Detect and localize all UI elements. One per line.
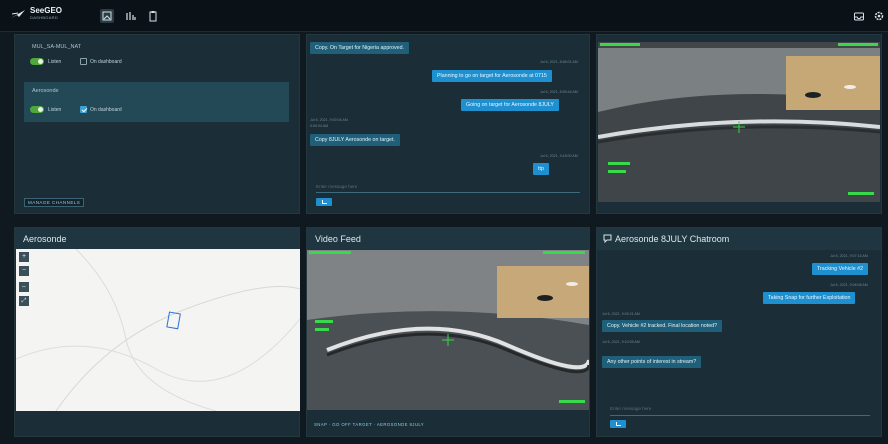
channel-item-selected[interactable]: Aerosonde Listen On dashboard [24,82,289,122]
channel-name: Aerosonde [32,88,59,94]
pan-button[interactable]: ⇔ [19,282,29,292]
message-timestamp: Jul 6, 2021, 9:18:00 AM [540,154,578,158]
message-timestamp: Jul 6, 2021, 9:00:04 AM [310,118,348,122]
chat-message: Taking Snap for further Exploitation [763,292,856,304]
top-bar: SeeGEO DASHBOARD [0,0,888,32]
video-frame-top[interactable] [598,42,880,202]
plane-icon [11,9,25,18]
map-panel-title: Aerosonde [15,228,299,250]
listen-label: Listen [48,107,62,113]
manage-channels-button[interactable]: MANAGE CHANNELS [24,198,85,207]
tab-analytics[interactable] [124,9,138,23]
message-timestamp: Jul 6, 2021, 9:09:21 AM [602,312,640,316]
chat-message: Going on target for Aerosonde 8JULY [461,99,559,111]
listen-toggle[interactable] [30,106,44,113]
message-timestamp: Jul 6, 2021, 9:07:16 AM [830,254,868,258]
brand-subtitle: DASHBOARD [30,15,59,20]
zoom-in-button[interactable]: + [19,252,29,262]
feed-actions[interactable]: SNAP · GO OFF TARGET · AEROSONDE 8JULY [314,422,424,427]
message-input[interactable]: Enter message here [316,184,580,193]
chat-message: Copy. On Target for Nigeria approved. [310,42,410,54]
chat-message: Any other points of interest in stream? [602,356,702,368]
message-sender: 9:00:04 AM [310,124,329,128]
message-timestamp: Jul 6, 2021, 8:58:01 AM [540,60,578,64]
brand-name: SeeGEO [30,6,63,15]
image-icon [102,11,112,21]
chat-message: ttp [533,163,549,175]
chatroom-input[interactable]: Enter message here [610,406,870,416]
settings-button[interactable] [872,9,886,23]
chat-icon [603,234,612,243]
channel-item[interactable]: MUL_SA-MUL_NAT Listen On dashboard [24,38,289,74]
bar-chart-icon [126,12,136,20]
video-frame[interactable] [307,250,589,410]
inbox-icon [854,12,864,21]
send-button[interactable] [316,198,332,206]
dashboard-label: On dashboard [90,107,122,113]
message-timestamp: Jul 6, 2021, 9:08:08 AM [830,283,868,287]
tab-dashboard[interactable] [100,9,114,23]
fullscreen-button[interactable]: ⤢ [19,296,29,306]
dashboard-checkbox[interactable] [80,58,87,65]
chat-message: Copy 8JULY Aerosonde on target. [310,134,400,146]
chatroom-send-button[interactable] [610,420,626,428]
message-timestamp: Jul 6, 2021, 8:59:44 AM [540,90,578,94]
message-timestamp: Jul 6, 2021, 9:10:05 AM [602,340,640,344]
chat-message: Planning to go on target for Aerosonde a… [432,70,552,82]
channel-name: MUL_SA-MUL_NAT [32,44,82,50]
app-root: SeeGEO DASHBOARD MUL_SA-MUL_NAT Listen O… [0,0,888,444]
tab-documents[interactable] [146,9,160,23]
zoom-out-button[interactable]: − [19,266,29,276]
dashboard-checkbox[interactable] [80,106,87,113]
app-logo[interactable]: SeeGEO DASHBOARD [10,7,62,20]
listen-label: Listen [48,59,62,65]
chatroom-title: Aerosonde 8JULY Chatroom [597,228,881,250]
chat-message: Tracking Vehicle #2 [812,263,869,275]
listen-toggle[interactable] [30,58,44,65]
dashboard-label: On dashboard [90,59,122,65]
video-feed-title: Video Feed [307,228,589,250]
clipboard-icon [149,11,157,22]
chat-message: Copy. Vehicle #2 tracked. Final location… [602,320,723,332]
gear-icon [874,11,884,21]
notifications-button[interactable] [852,9,866,23]
map-canvas[interactable] [16,249,300,411]
